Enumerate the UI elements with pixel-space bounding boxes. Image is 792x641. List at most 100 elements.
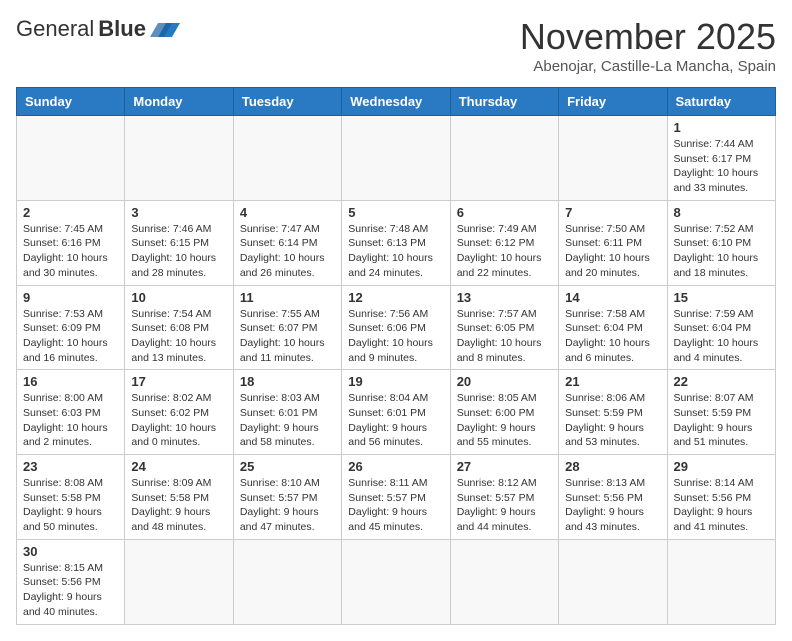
day-number: 8 <box>674 205 770 220</box>
column-header-friday: Friday <box>559 88 667 116</box>
day-info: Sunrise: 7:52 AM Sunset: 6:10 PM Dayligh… <box>674 222 770 281</box>
logo-general: General <box>16 16 94 42</box>
day-number: 1 <box>674 120 770 135</box>
day-number: 24 <box>131 459 226 474</box>
day-info: Sunrise: 7:59 AM Sunset: 6:04 PM Dayligh… <box>674 307 770 366</box>
day-info: Sunrise: 7:56 AM Sunset: 6:06 PM Dayligh… <box>348 307 443 366</box>
calendar-cell: 19 Sunrise: 8:04 AM Sunset: 6:01 PM Dayli… <box>342 370 450 455</box>
calendar-cell: 21 Sunrise: 8:06 AM Sunset: 5:59 PM Dayli… <box>559 370 667 455</box>
logo-blue: Blue <box>98 16 146 42</box>
day-number: 23 <box>23 459 118 474</box>
calendar-cell <box>450 539 558 624</box>
day-info: Sunrise: 8:06 AM Sunset: 5:59 PM Dayligh… <box>565 391 660 450</box>
calendar-cell: 13 Sunrise: 7:57 AM Sunset: 6:05 PM Dayli… <box>450 285 558 370</box>
day-info: Sunrise: 8:07 AM Sunset: 5:59 PM Dayligh… <box>674 391 770 450</box>
calendar-cell: 12 Sunrise: 7:56 AM Sunset: 6:06 PM Dayli… <box>342 285 450 370</box>
calendar-cell: 4 Sunrise: 7:47 AM Sunset: 6:14 PM Daylig… <box>233 200 341 285</box>
calendar-cell: 27 Sunrise: 8:12 AM Sunset: 5:57 PM Dayli… <box>450 455 558 540</box>
calendar-cell: 9 Sunrise: 7:53 AM Sunset: 6:09 PM Daylig… <box>17 285 125 370</box>
calendar-cell <box>17 116 125 201</box>
day-number: 18 <box>240 374 335 389</box>
day-info: Sunrise: 8:04 AM Sunset: 6:01 PM Dayligh… <box>348 391 443 450</box>
day-number: 15 <box>674 290 770 305</box>
calendar-cell: 24 Sunrise: 8:09 AM Sunset: 5:58 PM Dayli… <box>125 455 233 540</box>
logo-icon <box>150 19 180 39</box>
day-number: 3 <box>131 205 226 220</box>
calendar-cell <box>559 539 667 624</box>
day-number: 13 <box>457 290 552 305</box>
day-number: 21 <box>565 374 660 389</box>
calendar-cell: 28Sunrise: 8:13 AM Sunset: 5:56 PM Dayli… <box>559 455 667 540</box>
day-info: Sunrise: 7:44 AM Sunset: 6:17 PM Dayligh… <box>674 137 770 196</box>
day-number: 6 <box>457 205 552 220</box>
calendar-cell <box>342 539 450 624</box>
day-info: Sunrise: 7:57 AM Sunset: 6:05 PM Dayligh… <box>457 307 552 366</box>
calendar-cell: 7 Sunrise: 7:50 AM Sunset: 6:11 PM Daylig… <box>559 200 667 285</box>
calendar-cell <box>125 116 233 201</box>
calendar-cell: 11Sunrise: 7:55 AM Sunset: 6:07 PM Dayli… <box>233 285 341 370</box>
day-info: Sunrise: 8:08 AM Sunset: 5:58 PM Dayligh… <box>23 476 118 535</box>
day-number: 19 <box>348 374 443 389</box>
calendar-cell: 3Sunrise: 7:46 AM Sunset: 6:15 PM Daylig… <box>125 200 233 285</box>
calendar-cell: 20Sunrise: 8:05 AM Sunset: 6:00 PM Dayli… <box>450 370 558 455</box>
day-number: 30 <box>23 544 118 559</box>
day-info: Sunrise: 7:50 AM Sunset: 6:11 PM Dayligh… <box>565 222 660 281</box>
logo: General Blue <box>16 16 180 42</box>
day-info: Sunrise: 7:48 AM Sunset: 6:13 PM Dayligh… <box>348 222 443 281</box>
day-info: Sunrise: 7:45 AM Sunset: 6:16 PM Dayligh… <box>23 222 118 281</box>
day-number: 17 <box>131 374 226 389</box>
day-number: 11 <box>240 290 335 305</box>
day-number: 29 <box>674 459 770 474</box>
day-number: 16 <box>23 374 118 389</box>
calendar-cell: 10Sunrise: 7:54 AM Sunset: 6:08 PM Dayli… <box>125 285 233 370</box>
calendar-cell <box>450 116 558 201</box>
day-info: Sunrise: 7:54 AM Sunset: 6:08 PM Dayligh… <box>131 307 226 366</box>
day-number: 2 <box>23 205 118 220</box>
calendar-cell: 17 Sunrise: 8:02 AM Sunset: 6:02 PM Dayli… <box>125 370 233 455</box>
day-number: 9 <box>23 290 118 305</box>
calendar-cell <box>233 116 341 201</box>
calendar-cell <box>667 539 776 624</box>
day-number: 25 <box>240 459 335 474</box>
month-title: November 2025 <box>520 16 776 58</box>
calendar-cell: 14Sunrise: 7:58 AM Sunset: 6:04 PM Dayli… <box>559 285 667 370</box>
column-header-wednesday: Wednesday <box>342 88 450 116</box>
day-info: Sunrise: 8:03 AM Sunset: 6:01 PM Dayligh… <box>240 391 335 450</box>
day-number: 5 <box>348 205 443 220</box>
day-info: Sunrise: 7:47 AM Sunset: 6:14 PM Dayligh… <box>240 222 335 281</box>
day-number: 22 <box>674 374 770 389</box>
day-info: Sunrise: 8:11 AM Sunset: 5:57 PM Dayligh… <box>348 476 443 535</box>
day-number: 27 <box>457 459 552 474</box>
page-header: General Blue November 2025 Abenojar, Cas… <box>16 16 776 75</box>
day-number: 20 <box>457 374 552 389</box>
day-number: 7 <box>565 205 660 220</box>
calendar-cell <box>233 539 341 624</box>
calendar-cell <box>559 116 667 201</box>
calendar-table: SundayMondayTuesdayWednesdayThursdayFrid… <box>16 87 776 625</box>
calendar-cell: 1 Sunrise: 7:44 AM Sunset: 6:17 PM Daylig… <box>667 116 776 201</box>
day-info: Sunrise: 8:09 AM Sunset: 5:58 PM Dayligh… <box>131 476 226 535</box>
calendar-cell: 25Sunrise: 8:10 AM Sunset: 5:57 PM Dayli… <box>233 455 341 540</box>
calendar-cell: 22 Sunrise: 8:07 AM Sunset: 5:59 PM Dayli… <box>667 370 776 455</box>
day-info: Sunrise: 8:15 AM Sunset: 5:56 PM Dayligh… <box>23 561 118 620</box>
calendar-cell: 23 Sunrise: 8:08 AM Sunset: 5:58 PM Dayli… <box>17 455 125 540</box>
day-number: 14 <box>565 290 660 305</box>
calendar-cell: 16Sunrise: 8:00 AM Sunset: 6:03 PM Dayli… <box>17 370 125 455</box>
column-header-monday: Monday <box>125 88 233 116</box>
day-info: Sunrise: 8:12 AM Sunset: 5:57 PM Dayligh… <box>457 476 552 535</box>
calendar-cell <box>125 539 233 624</box>
calendar-cell: 26 Sunrise: 8:11 AM Sunset: 5:57 PM Dayli… <box>342 455 450 540</box>
day-info: Sunrise: 8:13 AM Sunset: 5:56 PM Dayligh… <box>565 476 660 535</box>
calendar-cell: 29Sunrise: 8:14 AM Sunset: 5:56 PM Dayli… <box>667 455 776 540</box>
day-info: Sunrise: 7:53 AM Sunset: 6:09 PM Dayligh… <box>23 307 118 366</box>
day-number: 26 <box>348 459 443 474</box>
calendar-cell: 6 Sunrise: 7:49 AM Sunset: 6:12 PM Daylig… <box>450 200 558 285</box>
calendar-cell: 2 Sunrise: 7:45 AM Sunset: 6:16 PM Daylig… <box>17 200 125 285</box>
day-number: 12 <box>348 290 443 305</box>
calendar-cell: 15 Sunrise: 7:59 AM Sunset: 6:04 PM Dayli… <box>667 285 776 370</box>
day-number: 4 <box>240 205 335 220</box>
day-info: Sunrise: 7:49 AM Sunset: 6:12 PM Dayligh… <box>457 222 552 281</box>
location-title: Abenojar, Castille-La Mancha, Spain <box>520 58 776 75</box>
day-info: Sunrise: 8:02 AM Sunset: 6:02 PM Dayligh… <box>131 391 226 450</box>
column-header-saturday: Saturday <box>667 88 776 116</box>
